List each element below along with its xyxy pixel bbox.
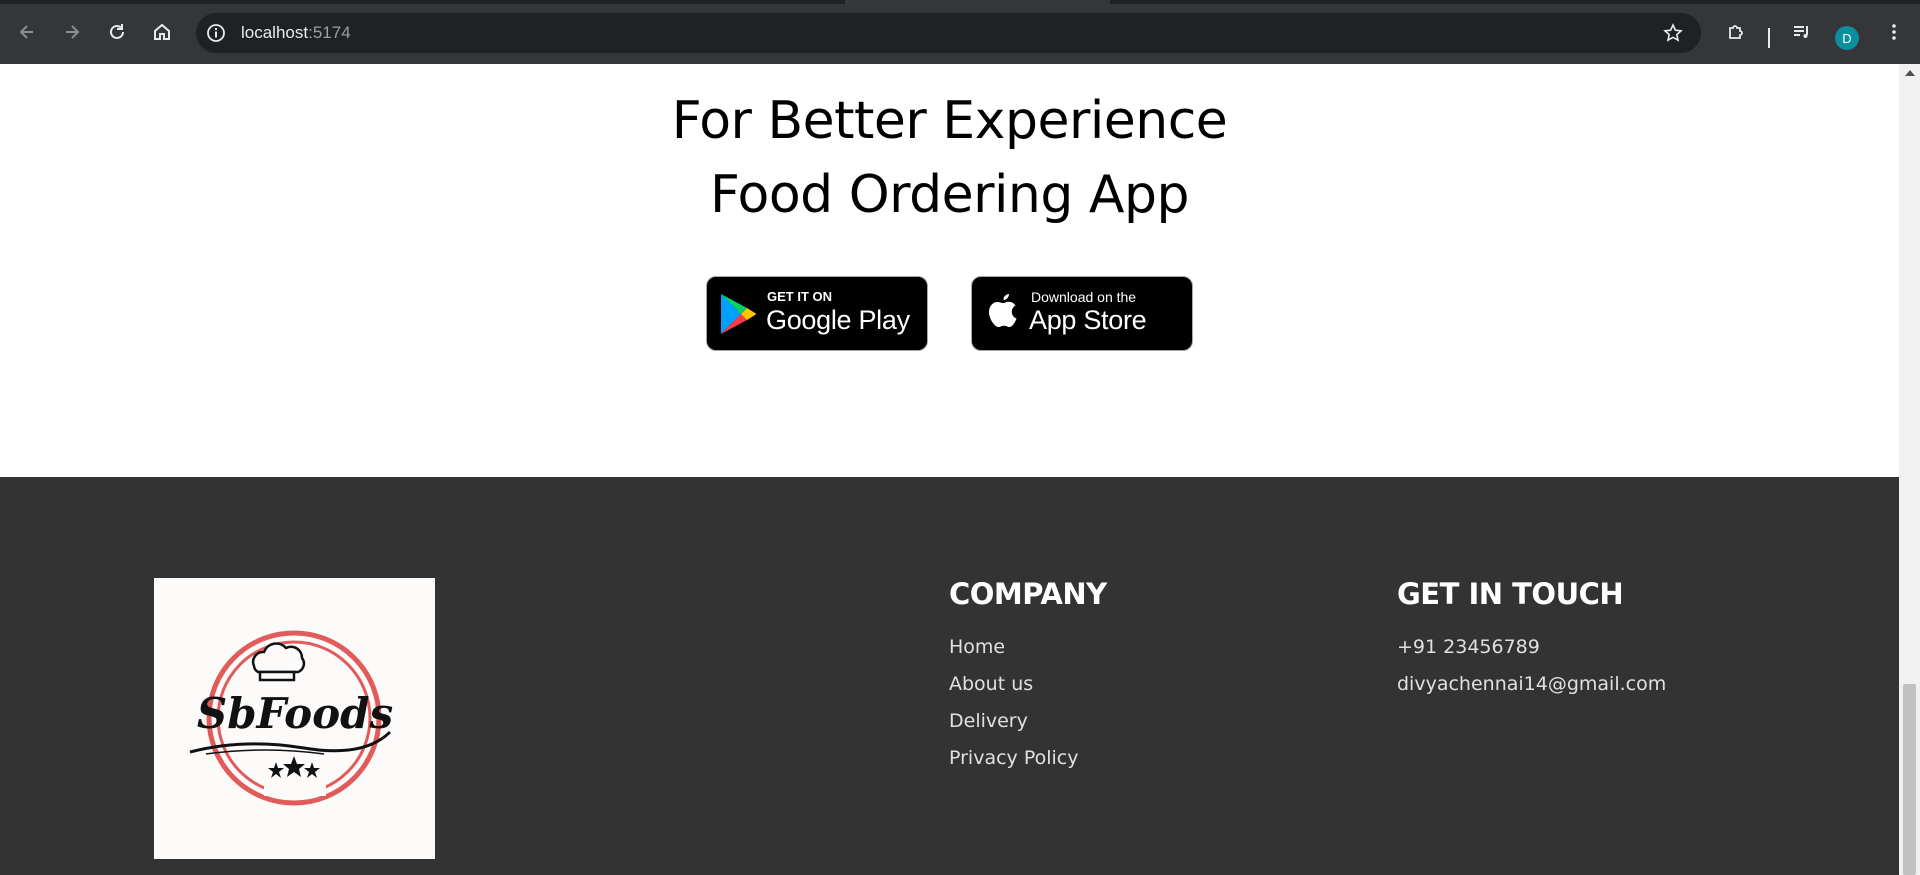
apple-icon [989, 294, 1017, 327]
sbfoods-logo[interactable]: SbFoods [154, 578, 435, 859]
footer-link-delivery[interactable]: Delivery [949, 703, 1107, 740]
footer-company-column: COMPANY Home About us Delivery Privacy P… [949, 577, 1107, 777]
menu-kebab-icon[interactable] [1880, 18, 1908, 46]
contact-phone: +91 23456789 [1397, 636, 1540, 658]
scroll-up-arrow-icon[interactable] [1905, 70, 1915, 76]
forward-icon[interactable] [58, 18, 86, 46]
google-play-button[interactable]: GET IT ON Google Play [706, 276, 928, 351]
bookmark-star-icon[interactable] [1663, 23, 1683, 43]
browser-toolbar: localhost:5174 D [0, 4, 1920, 64]
app-store-small-text: Download on the [1031, 289, 1137, 305]
footer-link-home[interactable]: Home [949, 629, 1107, 666]
address-bar[interactable]: localhost:5174 [196, 13, 1701, 53]
back-icon[interactable] [13, 18, 41, 46]
reload-icon[interactable] [103, 18, 131, 46]
site-footer: SbFoods COMPANY Home About us Delivery P… [0, 477, 1899, 875]
extensions-icon[interactable] [1722, 18, 1750, 46]
footer-contact-column: GET IN TOUCH +91 23456789 divyachennai14… [1397, 577, 1666, 703]
contact-heading: GET IN TOUCH [1397, 577, 1624, 611]
contact-email[interactable]: divyachennai14@gmail.com [1397, 666, 1666, 703]
page-viewport: For Better Experience Food Ordering App … [0, 64, 1899, 875]
google-play-big-text: Google Play [766, 305, 910, 335]
scrollbar-thumb[interactable] [1903, 684, 1916, 875]
google-play-icon [721, 294, 756, 334]
footer-link-privacy[interactable]: Privacy Policy [949, 740, 1107, 777]
logo-text: SbFoods [197, 689, 393, 738]
app-promo-heading: For Better Experience Food Ordering App [0, 84, 1899, 232]
media-controls-icon[interactable] [1788, 18, 1816, 46]
google-play-small-text: GET IT ON [767, 289, 832, 304]
toolbar-separator [1768, 28, 1770, 48]
site-info-icon[interactable] [206, 23, 226, 43]
page-scrollbar[interactable] [1899, 64, 1920, 875]
url-text[interactable]: localhost:5174 [241, 23, 351, 43]
heading-line-2: Food Ordering App [709, 165, 1190, 225]
app-store-big-text: App Store [1029, 305, 1147, 335]
company-heading: COMPANY [949, 577, 1107, 611]
home-icon[interactable] [148, 18, 176, 46]
profile-avatar[interactable]: D [1835, 26, 1859, 50]
app-store-button[interactable]: Download on the App Store [971, 276, 1193, 351]
heading-line-1: For Better Experience [671, 91, 1228, 151]
app-download-section: For Better Experience Food Ordering App … [0, 64, 1899, 477]
footer-link-about[interactable]: About us [949, 666, 1107, 703]
